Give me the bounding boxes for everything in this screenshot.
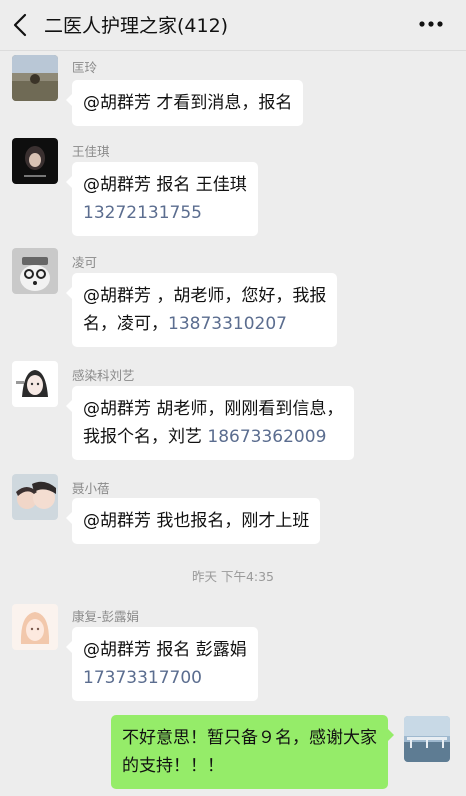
sender-name: 聂小蓓 [72, 481, 110, 496]
chat-header: 二医人护理之家(412) [0, 0, 466, 51]
sender-name: 凌可 [72, 255, 98, 270]
message-text: 的支持！！！ [122, 756, 224, 776]
message-text: 不好意思！暂只备９名，感谢大家 [122, 728, 377, 748]
phone-number[interactable]: 13873310207 [168, 314, 287, 334]
avatar[interactable] [12, 604, 58, 650]
phone-number[interactable]: 18673362009 [207, 427, 326, 447]
sender-name: 感染科刘艺 [72, 368, 135, 383]
message-text: @胡群芳 才看到消息，报名 [83, 93, 293, 113]
chat-title: 二医人护理之家(412) [44, 15, 229, 37]
message-text: 我报个名，刘艺 [83, 427, 208, 447]
avatar[interactable] [12, 474, 58, 520]
message-bubble[interactable]: @胡群芳 报名 王佳琪 13272131755 [66, 162, 258, 236]
my-avatar[interactable] [404, 716, 450, 762]
message-text: @胡群芳 我也报名，刚才上班 [83, 511, 310, 531]
message-text: 名，凌可， [83, 314, 168, 334]
more-options-icon[interactable] [416, 13, 446, 35]
message-bubble[interactable]: @胡群芳 才看到消息，报名 [65, 80, 304, 126]
message-text: @胡群芳 胡老师，刚刚看到信息， [83, 399, 344, 419]
sender-name: 王佳琪 [72, 144, 110, 159]
avatar[interactable] [12, 55, 58, 101]
message-bubble[interactable]: @胡群芳 报名 彭露娟 17373317700 [66, 627, 258, 701]
message-bubble[interactable]: @胡群芳 胡老师，刚刚看到信息， 我报个名，刘艺 18673362009 [65, 386, 355, 460]
message-text: @胡群芳 报名 王佳琪 [83, 175, 247, 195]
phone-number[interactable]: 13272131755 [83, 199, 247, 227]
message-text: @胡群芳 ，胡老师，您好，我报 [83, 286, 327, 306]
message-bubble[interactable]: @胡群芳 ，胡老师，您好，我报 名，凌可，13873310207 [65, 273, 338, 347]
phone-number[interactable]: 17373317700 [83, 664, 247, 692]
avatar[interactable] [12, 138, 58, 184]
sender-name: 匡玲 [72, 60, 98, 75]
timestamp: 昨天 下午4:35 [191, 569, 275, 584]
message-bubble[interactable]: @胡群芳 我也报名，刚才上班 [65, 498, 321, 544]
avatar[interactable] [12, 248, 58, 294]
back-arrow-icon[interactable] [10, 12, 32, 38]
my-message-bubble[interactable]: 不好意思！暂只备９名，感谢大家 的支持！！！ [111, 715, 394, 789]
sender-name: 康复-彭露娟 [72, 609, 140, 624]
message-text: @胡群芳 报名 彭露娟 [83, 640, 247, 660]
avatar[interactable] [12, 361, 58, 407]
